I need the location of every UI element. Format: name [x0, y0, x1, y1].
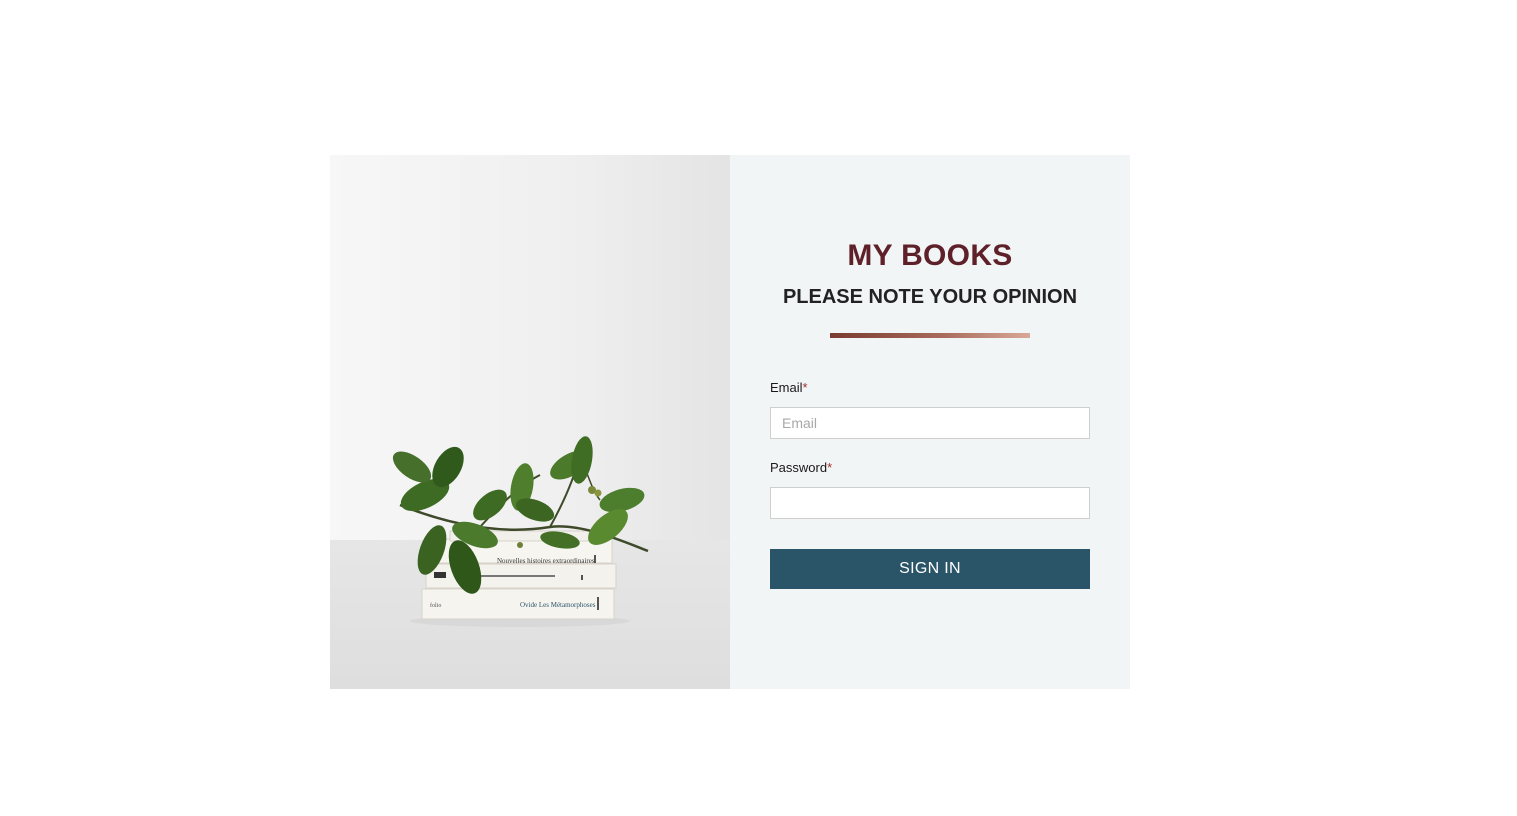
app-title: MY BOOKS [847, 239, 1013, 272]
book-spine-nouvelles: Nouvelles histoires extraordinaires [497, 557, 595, 565]
login-card: Ovide Les Métamorphoses Nouvelles histoi… [330, 155, 1130, 689]
app-subtitle: PLEASE NOTE YOUR OPINION [782, 286, 1078, 308]
books-plant-illustration: Ovide Les Métamorphoses Nouvelles histoi… [330, 155, 730, 689]
sign-in-button[interactable]: SIGN IN [770, 549, 1090, 589]
login-form-panel: MY BOOKS PLEASE NOTE YOUR OPINION Email*… [730, 155, 1130, 689]
book-spine-ovide: Ovide Les Métamorphoses [520, 601, 596, 609]
email-required-mark: * [802, 380, 808, 395]
password-required-mark: * [827, 460, 833, 475]
password-label-text: Password [770, 460, 828, 475]
password-label: Password* [770, 460, 832, 475]
email-label: Email* [770, 380, 808, 395]
password-input[interactable] [770, 487, 1090, 519]
email-label-text: Email [770, 380, 803, 395]
title-divider [830, 333, 1030, 338]
email-input[interactable] [770, 407, 1090, 439]
svg-text:folio: folio [430, 602, 441, 609]
books-plant-photo: Ovide Les Métamorphoses Nouvelles histoi… [330, 155, 730, 689]
